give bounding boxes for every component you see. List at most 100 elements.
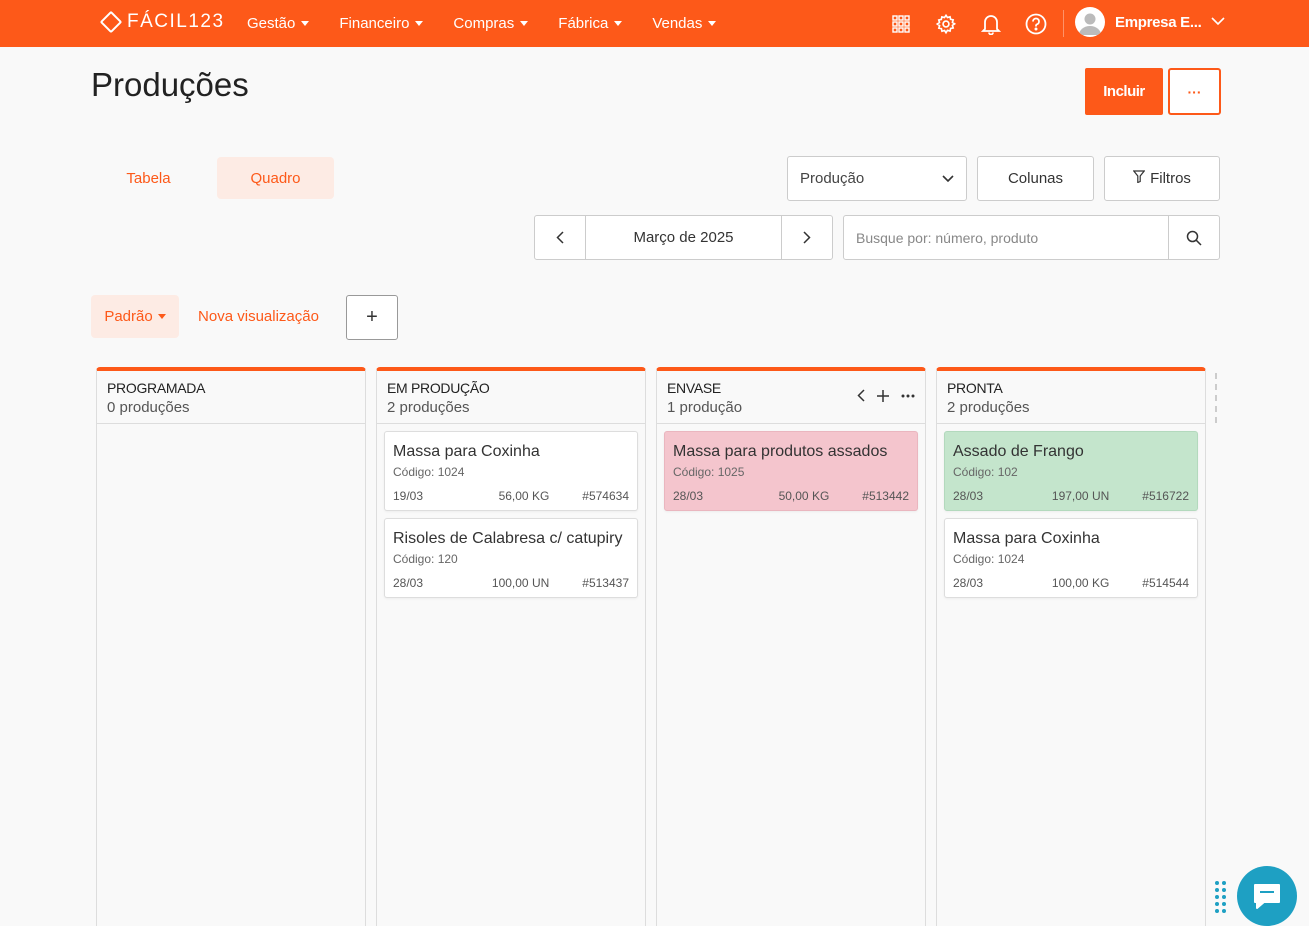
column-header: EM PRODUÇÃO 2 produções <box>377 371 645 424</box>
card-title: Massa para Coxinha <box>393 443 540 460</box>
card-meta: 28/03 50,00 KG #513442 <box>673 489 909 503</box>
card-meta: 28/03 100,00 KG #514544 <box>953 576 1189 590</box>
menu-item-compras[interactable]: Compras <box>453 15 529 32</box>
board-column-pronta: PRONTA 2 produções Assado de Frango Códi… <box>936 367 1206 926</box>
caret-down-icon <box>415 21 424 26</box>
search-icon <box>1186 230 1202 246</box>
menu-item-vendas[interactable]: Vendas <box>652 15 717 32</box>
filters-label: Filtros <box>1150 170 1191 187</box>
chevron-down-icon <box>942 170 954 187</box>
next-month-button[interactable] <box>781 216 832 259</box>
menu-item-fabrica[interactable]: Fábrica <box>558 15 623 32</box>
bell-icon[interactable] <box>979 12 1003 36</box>
card-quantity: 100,00 KG <box>1051 576 1110 590</box>
page-title: Produções <box>91 66 249 103</box>
column-header: ENVASE 1 produção <box>657 371 925 424</box>
new-view-link[interactable]: Nova visualização <box>191 295 326 338</box>
month-navigator: Março de 2025 <box>534 215 833 260</box>
add-card-icon[interactable] <box>877 389 889 402</box>
avatar <box>1075 7 1105 37</box>
card-code: Código: 1024 <box>953 552 1025 566</box>
view-padrao-dropdown[interactable]: Padrão <box>91 295 179 338</box>
caret-down-icon <box>614 21 623 26</box>
columns-button[interactable]: Colunas <box>977 156 1094 201</box>
chevron-down-icon <box>1211 13 1226 31</box>
column-header: PROGRAMADA 0 produções <box>97 371 365 424</box>
production-card[interactable]: Assado de Frango Código: 102 28/03 197,0… <box>944 431 1198 511</box>
add-view-button[interactable]: + <box>346 295 398 340</box>
board-column-envase: ENVASE 1 produção Massa para produtos as… <box>656 367 926 926</box>
column-count: 0 produções <box>107 399 190 416</box>
card-title: Risoles de Calabresa c/ catupiry <box>393 530 623 547</box>
card-date: 28/03 <box>393 576 424 590</box>
include-button[interactable]: Incluir <box>1085 68 1163 115</box>
card-quantity: 50,00 KG <box>778 489 830 503</box>
column-header: PRONTA 2 produções <box>937 371 1205 424</box>
gear-icon[interactable] <box>934 12 958 36</box>
logo-diamond-icon <box>99 10 123 34</box>
chat-button[interactable] <box>1237 866 1297 926</box>
caret-down-icon <box>520 21 529 26</box>
card-title: Assado de Frango <box>953 443 1084 460</box>
caret-down-icon <box>301 21 310 26</box>
chat-drag-handle-icon[interactable] <box>1214 880 1228 914</box>
production-card[interactable]: Risoles de Calabresa c/ catupiry Código:… <box>384 518 638 598</box>
chevron-right-icon <box>803 231 811 244</box>
tab-quadro[interactable]: Quadro <box>217 157 334 199</box>
help-icon[interactable] <box>1024 12 1048 36</box>
view-padrao-label: Padrão <box>104 308 153 325</box>
brand-name: FÁCIL123 <box>127 11 225 32</box>
prev-month-button[interactable] <box>535 216 586 259</box>
card-number: #514544 <box>1142 576 1189 590</box>
more-options-button[interactable]: ··· <box>1168 68 1221 115</box>
card-code: Código: 1025 <box>673 465 745 479</box>
brand-logo[interactable]: FÁCIL123 <box>99 10 225 34</box>
column-actions <box>857 389 915 402</box>
column-title: PROGRAMADA <box>107 380 206 396</box>
current-month: Março de 2025 <box>633 229 734 246</box>
card-code: Código: 1024 <box>393 465 465 479</box>
card-quantity: 197,00 UN <box>1051 489 1110 503</box>
caret-down-icon <box>708 21 717 26</box>
menu-item-gestao[interactable]: Gestão <box>247 15 310 32</box>
card-title: Massa para produtos assados <box>673 443 888 460</box>
card-meta: 19/03 56,00 KG #574634 <box>393 489 629 503</box>
menu-label: Fábrica <box>558 15 609 32</box>
search-box <box>843 215 1220 260</box>
menu-item-financeiro[interactable]: Financeiro <box>339 15 424 32</box>
chevron-left-icon <box>556 231 564 244</box>
menu-label: Gestão <box>247 15 296 32</box>
card-date: 28/03 <box>673 489 704 503</box>
funnel-icon <box>1132 170 1146 187</box>
card-code: Código: 102 <box>953 465 1018 479</box>
production-card[interactable]: Massa para Coxinha Código: 1024 28/03 10… <box>944 518 1198 598</box>
menu-label: Compras <box>453 15 515 32</box>
filters-button[interactable]: Filtros <box>1104 156 1220 201</box>
main-menu: Gestão Financeiro Compras Fábrica Vendas <box>247 0 746 47</box>
card-date: 28/03 <box>953 576 984 590</box>
search-button[interactable] <box>1168 216 1219 259</box>
apps-grid-icon[interactable] <box>889 12 913 36</box>
board-column-partial <box>1215 373 1218 423</box>
production-card[interactable]: Massa para Coxinha Código: 1024 19/03 56… <box>384 431 638 511</box>
card-date: 19/03 <box>393 489 424 503</box>
card-quantity: 56,00 KG <box>498 489 550 503</box>
column-more-icon[interactable] <box>901 394 915 398</box>
search-input[interactable] <box>844 216 1168 259</box>
profile-name: Empresa E... <box>1115 13 1202 31</box>
move-column-left-icon[interactable] <box>857 389 865 402</box>
card-number: #513442 <box>862 489 909 503</box>
caret-down-icon <box>157 314 166 319</box>
group-select-value: Produção <box>800 170 865 187</box>
chat-bubble-icon <box>1254 884 1280 909</box>
group-select[interactable]: Produção <box>787 156 967 201</box>
card-number: #516722 <box>1142 489 1189 503</box>
nav-divider <box>1063 10 1064 37</box>
menu-label: Vendas <box>652 15 703 32</box>
profile-menu[interactable]: Empresa E... <box>1075 7 1226 37</box>
column-title: EM PRODUÇÃO <box>387 380 490 396</box>
card-number: #513437 <box>582 576 629 590</box>
production-card[interactable]: Massa para produtos assados Código: 1025… <box>664 431 918 511</box>
board-column-em-producao: EM PRODUÇÃO 2 produções Massa para Coxin… <box>376 367 646 926</box>
tab-tabela[interactable]: Tabela <box>91 157 206 199</box>
